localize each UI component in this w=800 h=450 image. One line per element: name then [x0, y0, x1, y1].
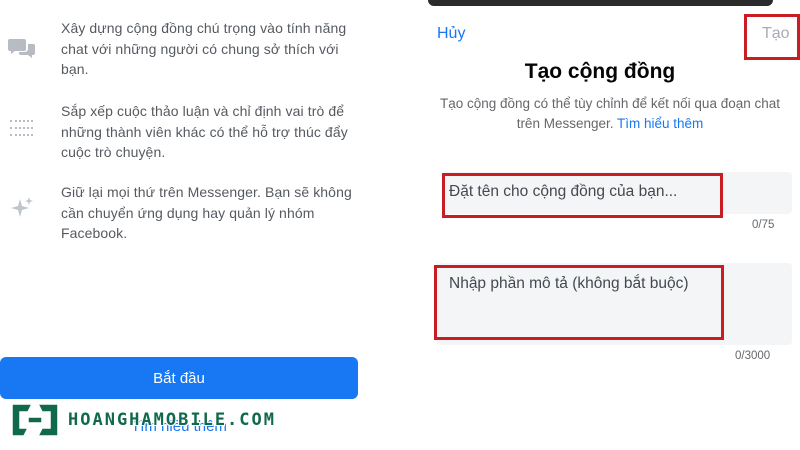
page-description: Tạo cộng đồng có thể tùy chỉnh để kết nố…	[440, 94, 780, 134]
description-text: Tạo cộng đồng có thể tùy chỉnh để kết nố…	[440, 96, 780, 131]
chat-bubbles-icon	[8, 34, 36, 62]
watermark-logo-icon	[11, 403, 59, 437]
feature-item: Xây dựng cộng đồng chú trọng vào tính nă…	[0, 18, 400, 88]
create-community-sheet: Hủy Tạo Tạo cộng đồng Tạo cộng đồng có t…	[400, 0, 800, 450]
watermark-text: HOANGHAMOBILE.COM	[68, 410, 276, 430]
community-intro-panel: Xây dựng cộng đồng chú trọng vào tính nă…	[0, 0, 400, 450]
feature-item: Sắp xếp cuộc thảo luận và chỉ định vai t…	[0, 101, 400, 171]
list-icon	[8, 114, 36, 142]
feature-item: Giữ lại mọi thứ trên Messenger. Bạn sẽ k…	[0, 182, 400, 242]
sheet-top-edge	[428, 0, 773, 6]
feature-text: Xây dựng cộng đồng chú trọng vào tính nă…	[61, 20, 347, 77]
description-character-counter: 0/3000	[735, 350, 771, 362]
feature-text: Giữ lại mọi thứ trên Messenger. Bạn sẽ k…	[61, 184, 352, 241]
highlight-box-create	[744, 14, 800, 60]
name-character-counter: 0/75	[752, 219, 775, 231]
highlight-box-name	[442, 173, 723, 218]
start-button[interactable]: Bắt đầu	[0, 357, 358, 399]
feature-text: Sắp xếp cuộc thảo luận và chỉ định vai t…	[61, 103, 348, 160]
page-title: Tạo cộng đồng	[524, 60, 676, 83]
watermark: HOANGHAMOBILE.COM	[8, 398, 276, 442]
learn-more-link[interactable]: Tìm hiểu thêm	[617, 116, 703, 131]
highlight-box-description	[434, 265, 724, 340]
cancel-button[interactable]: Hủy	[437, 25, 465, 43]
sparkle-icon	[8, 195, 36, 223]
